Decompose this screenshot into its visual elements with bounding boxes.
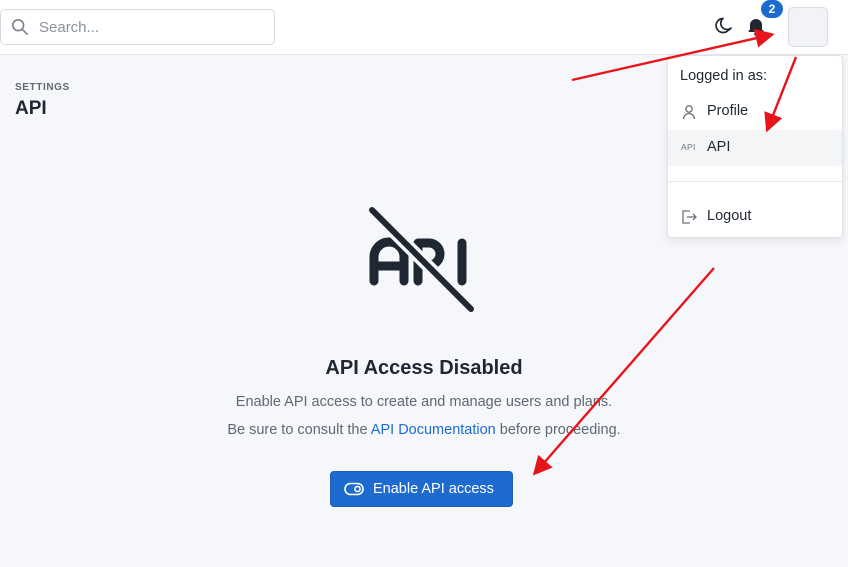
documentation-note: Be sure to consult the API Documentation…: [0, 422, 848, 438]
menu-item-profile[interactable]: Profile: [668, 94, 842, 130]
user-icon: [682, 105, 696, 120]
avatar-button[interactable]: [788, 7, 828, 47]
enable-api-access-label: Enable API access: [373, 481, 494, 497]
user-menu-dropdown: Logged in as: Profile API API Logout: [667, 55, 843, 238]
enable-api-access-button[interactable]: Enable API access: [330, 471, 513, 507]
search-icon: [11, 18, 29, 36]
menu-divider: [668, 181, 842, 182]
menu-item-api[interactable]: API API: [668, 130, 842, 166]
empty-state-title: API Access Disabled: [325, 357, 523, 379]
bell-icon[interactable]: [746, 16, 766, 36]
menu-item-label: API: [707, 139, 731, 155]
top-bar: 2: [0, 0, 848, 55]
breadcrumb: SETTINGS: [15, 82, 70, 93]
search-box[interactable]: [0, 9, 275, 45]
empty-state-description: Enable API access to create and manage u…: [235, 394, 613, 410]
menu-item-logout[interactable]: Logout: [668, 199, 842, 235]
toggle-icon: [344, 482, 364, 496]
api-icon: API: [681, 142, 696, 152]
menu-item-label: Logout: [707, 208, 752, 224]
menu-item-label: Profile: [707, 103, 749, 119]
doc-note-suffix: before proceeding.: [495, 422, 621, 438]
search-input[interactable]: [39, 17, 264, 37]
notification-badge: 2: [761, 0, 783, 18]
page-title: API: [15, 98, 47, 119]
logout-icon: [682, 210, 697, 224]
api-disabled-icon: [367, 205, 476, 314]
api-documentation-link[interactable]: API Documentation: [371, 422, 496, 438]
dark-mode-toggle-icon[interactable]: [714, 16, 734, 36]
doc-note-prefix: Be sure to consult the: [227, 422, 371, 438]
user-menu-heading: Logged in as:: [680, 68, 768, 84]
